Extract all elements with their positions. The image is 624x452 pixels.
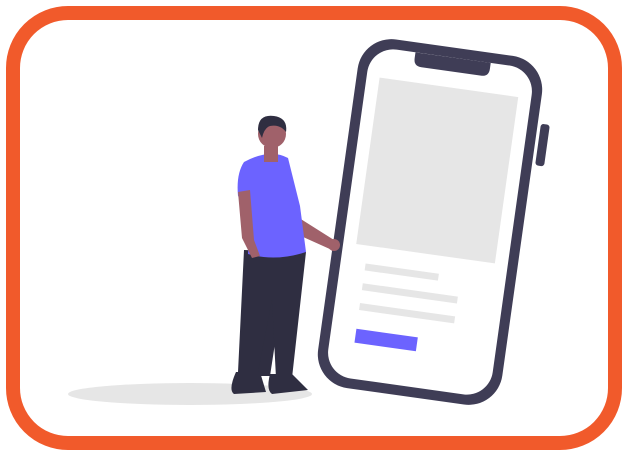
person-shoe-left: [231, 372, 266, 394]
illustration-card: [0, 0, 624, 452]
person-with-smartphone-illustration: [68, 39, 550, 405]
person-hand: [328, 239, 340, 251]
smartphone: [317, 39, 543, 405]
person-neck: [264, 146, 278, 162]
phone-side-button: [535, 124, 550, 167]
image-placeholder: [356, 77, 519, 264]
